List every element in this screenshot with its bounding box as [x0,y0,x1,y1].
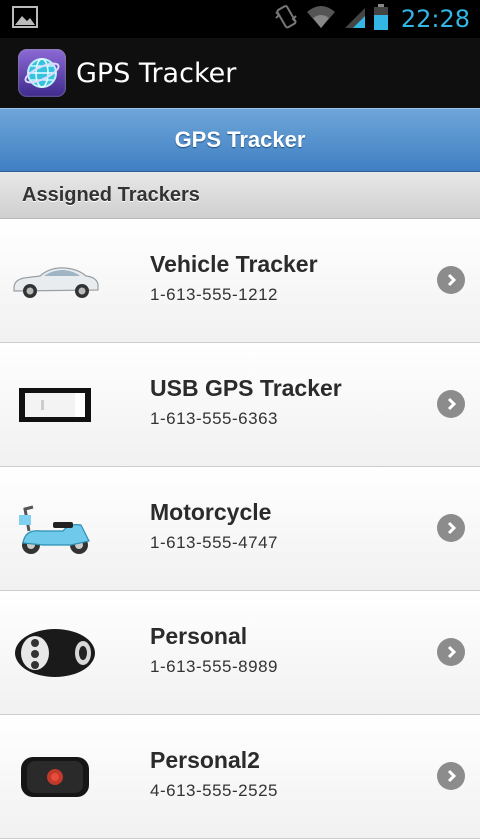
battery-icon [373,3,389,36]
status-bar: 22:28 [0,0,480,38]
tracker-phone: 4-613-555-2525 [150,781,278,800]
tracker-row-vehicle[interactable]: Vehicle Tracker 1-613-555-1212 [0,219,480,343]
app-title: GPS Tracker [76,57,237,89]
tracker-name: Personal2 [150,747,260,773]
personal-tracker-icon [10,625,100,681]
globe-icon[interactable] [18,49,66,97]
tracker-row-personal[interactable]: Personal 1-613-555-8989 [0,591,480,715]
signal-icon [343,4,367,35]
tracker-phone: 1-613-555-6363 [150,409,278,428]
tracker-row-personal2[interactable]: Personal2 4-613-555-2525 [0,715,480,839]
section-title: Assigned Trackers [22,183,200,206]
chevron-right-icon[interactable] [437,762,465,790]
tracker-phone: 1-613-555-1212 [150,285,278,304]
wifi-icon [305,4,337,35]
page-title: GPS Tracker [174,127,306,152]
personal-tracker-2-icon [10,749,100,805]
tracker-list: Vehicle Tracker 1-613-555-1212 USB GPS T… [0,219,480,839]
vibrate-icon [273,4,299,35]
chevron-right-icon[interactable] [437,514,465,542]
section-header: Assigned Trackers [0,172,480,219]
tracker-name: Personal [150,623,248,649]
page-header: GPS Tracker [0,108,480,172]
scooter-icon [10,501,100,557]
usb-tracker-icon [10,377,100,433]
chevron-right-icon[interactable] [437,266,465,294]
clock: 22:28 [400,5,470,33]
tracker-name: Motorcycle [150,499,272,525]
gallery-notification-icon [12,6,38,33]
tracker-row-motorcycle[interactable]: Motorcycle 1-613-555-4747 [0,467,480,591]
tracker-phone: 1-613-555-4747 [150,533,278,552]
chevron-right-icon[interactable] [437,638,465,666]
chevron-right-icon[interactable] [437,390,465,418]
tracker-row-usb[interactable]: USB GPS Tracker 1-613-555-6363 [0,343,480,467]
tracker-phone: 1-613-555-8989 [150,657,278,676]
tracker-name: USB GPS Tracker [150,375,342,401]
action-bar: GPS Tracker [0,38,480,109]
tracker-name: Vehicle Tracker [150,251,318,277]
car-icon [10,253,100,309]
